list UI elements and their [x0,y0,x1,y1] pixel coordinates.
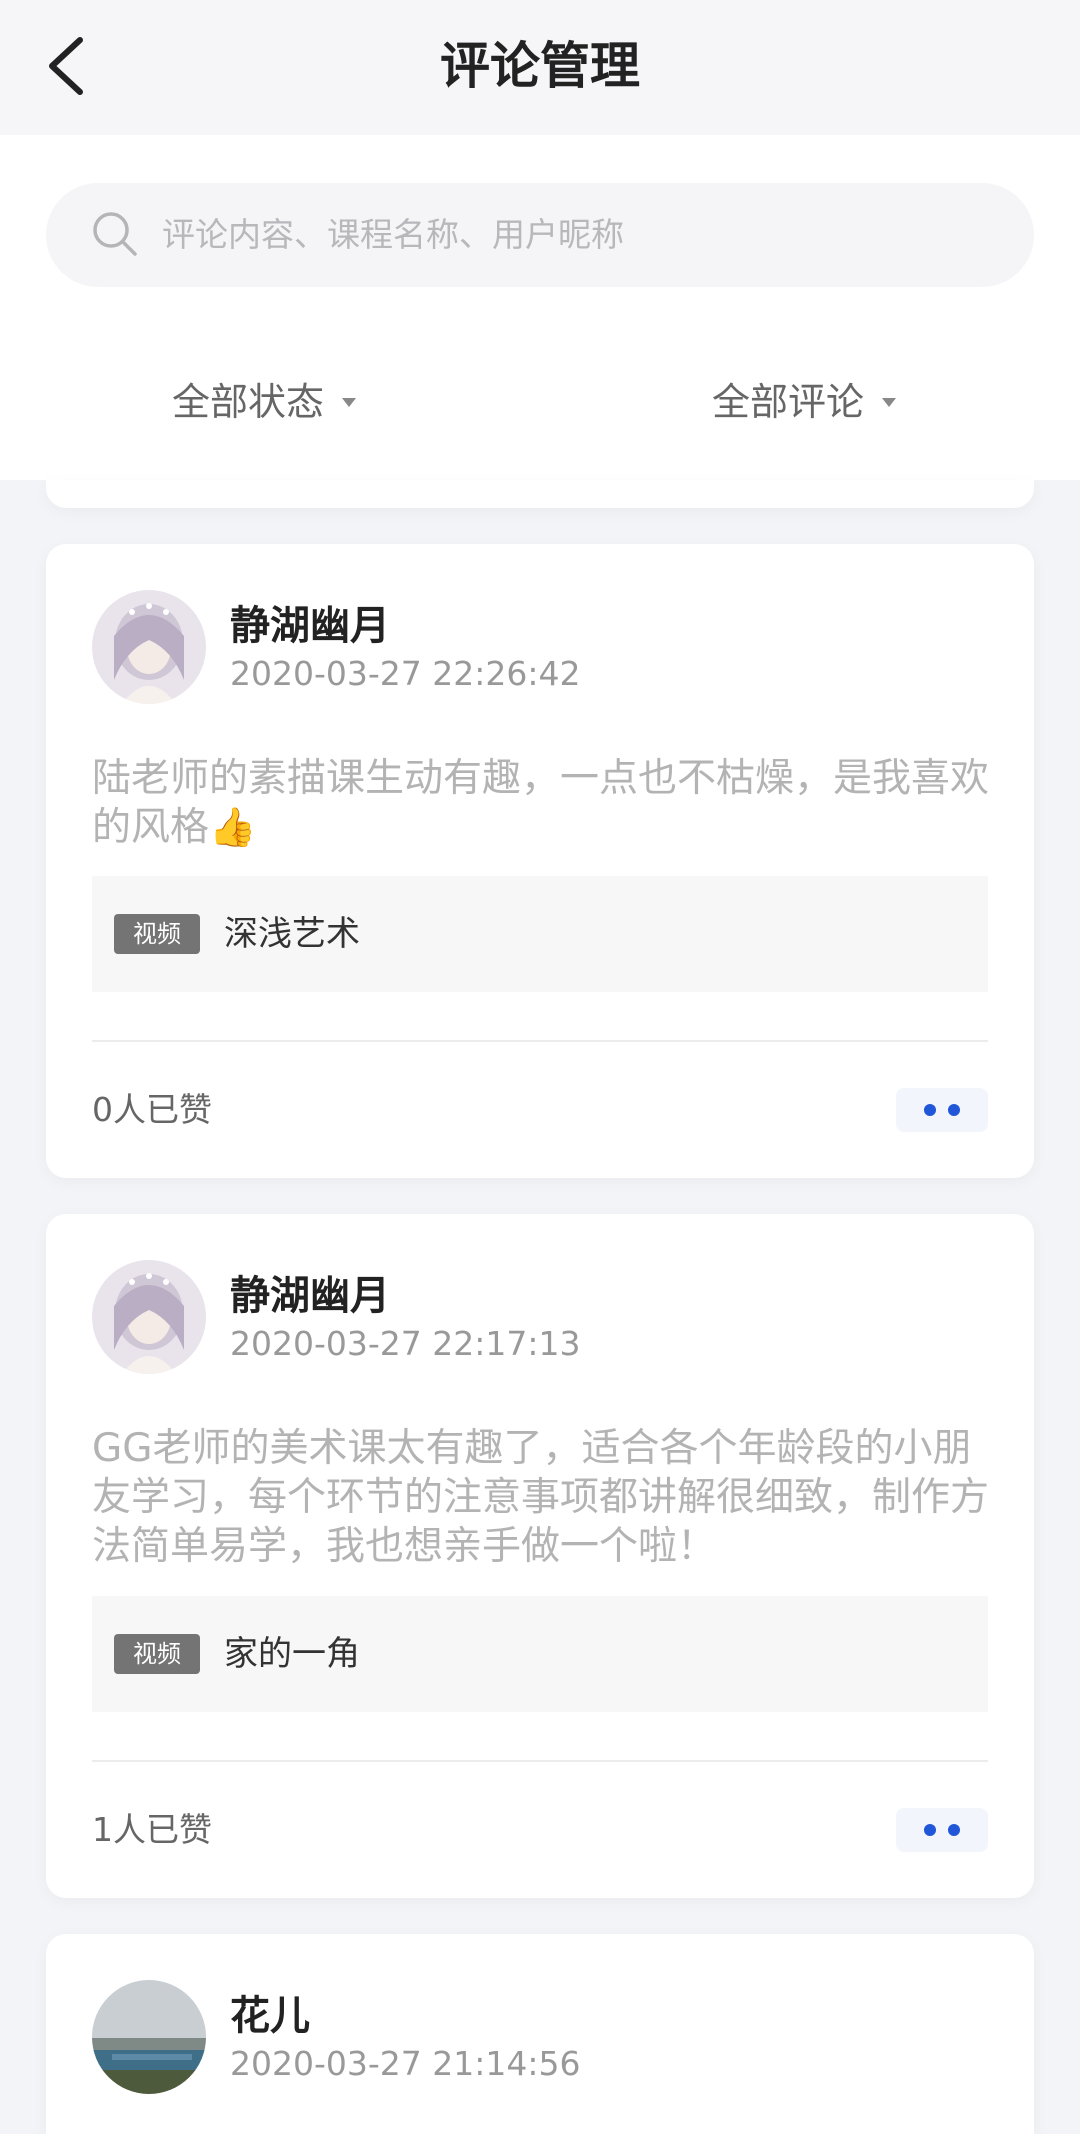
divider [92,1040,988,1042]
avatar[interactable] [92,1260,206,1374]
comment-card: 静湖幽月 2020-03-27 22:26:42 陆老师的素描课生动有趣，一点也… [46,544,1034,1178]
user-name: 静湖幽月 [230,603,390,649]
page-title: 评论管理 [440,37,640,95]
nav-bar: 评论管理 [0,0,1080,135]
course-link[interactable]: 视频 深浅艺术 [92,876,988,992]
course-type-badge: 视频 [114,914,200,954]
filter-panel: 评论内容、课程名称、用户昵称 全部状态 全部评论 [0,135,1080,480]
more-options-button[interactable] [896,1808,988,1852]
more-dots-icon [948,1824,960,1836]
comment-timestamp: 2020-03-27 22:26:42 [230,654,581,693]
avatar-anime-girl-image [92,1260,206,1374]
comment-timestamp: 2020-03-27 22:17:13 [230,1324,581,1363]
comment-timestamp: 2020-03-27 21:14:56 [230,2044,581,2083]
more-dots-icon [948,1104,960,1116]
course-link[interactable]: 视频 家的一角 [92,1596,988,1712]
comment-text: 陆老师的素描课生动有趣，一点也不枯燥，是我喜欢的风格👍 [92,754,992,852]
more-dots-icon [924,1104,936,1116]
divider [92,1760,988,1762]
avatar[interactable] [92,1980,206,2094]
search-icon [93,212,137,256]
caret-down-icon [882,397,897,407]
comment-card: 花儿 2020-03-27 21:14:56 [46,1934,1034,2134]
avatar-anime-girl-image [92,590,206,704]
comment-card-partial [46,480,1034,508]
thumbs-up-emoji: 👍 [209,805,257,849]
comment-card: 静湖幽月 2020-03-27 22:17:13 GG老师的美术课太有趣了，适合… [46,1214,1034,1898]
like-count: 0人已赞 [92,1090,212,1129]
course-name: 家的一角 [224,1634,360,1674]
comment-filter-label: 全部评论 [712,380,865,424]
user-name: 花儿 [230,1993,310,2039]
search-placeholder: 评论内容、课程名称、用户昵称 [162,215,624,254]
user-name: 静湖幽月 [230,1273,390,1319]
course-name: 深浅艺术 [224,914,360,954]
more-dots-icon [924,1824,936,1836]
more-options-button[interactable] [896,1088,988,1132]
course-type-badge: 视频 [114,1634,200,1674]
search-input[interactable]: 评论内容、课程名称、用户昵称 [46,183,1034,287]
status-filter-label: 全部状态 [172,380,325,424]
like-count: 1人已赞 [92,1810,212,1849]
avatar[interactable] [92,590,206,704]
comment-filter-dropdown[interactable]: 全部评论 [712,367,897,437]
avatar-landscape-image [92,1980,206,2094]
caret-down-icon [342,397,357,407]
comment-text: GG老师的美术课太有趣了，适合各个年龄段的小朋友学习，每个环节的注意事项都讲解很… [92,1426,990,1569]
status-filter-dropdown[interactable]: 全部状态 [172,367,357,437]
